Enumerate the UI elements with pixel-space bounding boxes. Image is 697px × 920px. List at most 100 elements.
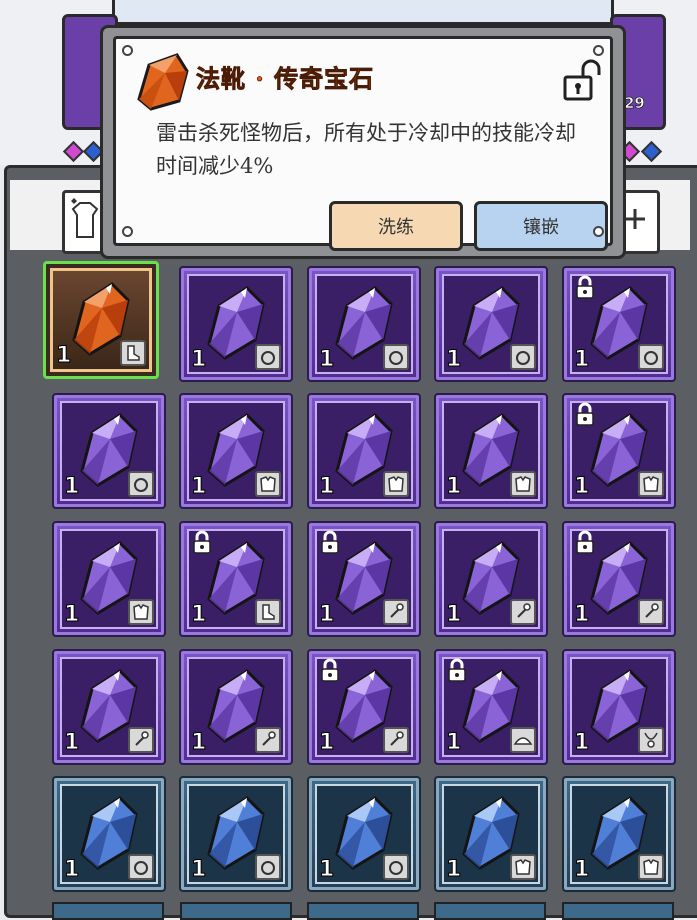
ring-icon <box>516 351 530 365</box>
armor-icon <box>515 859 531 875</box>
gem-count: 1 <box>445 602 462 628</box>
grid-cell-partial[interactable] <box>52 902 164 920</box>
lock-icon <box>321 658 339 682</box>
grid-cell-partial[interactable] <box>434 902 546 920</box>
gem-count: 1 <box>573 857 590 883</box>
slot-type-badge <box>128 471 154 497</box>
slot-type-badge <box>128 854 154 880</box>
grid-cell[interactable]: 1 <box>52 649 166 765</box>
gem-count: 1 <box>318 730 335 756</box>
necklace-icon <box>644 732 658 748</box>
grid-cell-selected[interactable]: 1 <box>43 261 159 379</box>
gem-count: 1 <box>573 347 590 373</box>
pin-decor <box>593 45 604 56</box>
lock-icon <box>321 530 339 554</box>
grid-cell[interactable]: 1 <box>307 649 421 765</box>
armor-icon <box>133 604 149 620</box>
grid-cell[interactable]: 1 <box>179 393 293 509</box>
ring-icon <box>644 351 658 365</box>
gem-tooltip: 法靴 · 传奇宝石 雷击杀死怪物后，所有处于冷却中的技能冷却时间减少4% 洗练 … <box>100 25 626 259</box>
shirt-icon <box>71 198 99 238</box>
grid-cell[interactable]: 1 <box>307 776 421 892</box>
grid-cell[interactable]: 1 <box>179 521 293 637</box>
gem-count: 1 <box>63 602 80 628</box>
slot-type-badge <box>383 727 409 753</box>
grid-cell[interactable]: 1 <box>434 521 548 637</box>
slot-type-badge <box>120 340 146 366</box>
gem-count: 1 <box>445 857 462 883</box>
gem-count: 1 <box>445 474 462 500</box>
slot-type-badge <box>638 471 664 497</box>
slot-type-badge <box>510 727 536 753</box>
slot-type-badge <box>510 854 536 880</box>
grid-cell[interactable]: 1 <box>562 776 676 892</box>
slot-type-badge <box>383 344 409 370</box>
gem-count: 1 <box>445 730 462 756</box>
tooltip-description: 雷击杀死怪物后，所有处于冷却中的技能冷却时间减少4% <box>156 121 576 178</box>
unlock-icon[interactable] <box>561 57 607 103</box>
ring-icon <box>389 351 403 365</box>
gem-count: 1 <box>190 347 207 373</box>
slot-type-badge <box>128 599 154 625</box>
gem-count: 1 <box>573 474 590 500</box>
grid-cell[interactable]: 1 <box>307 393 421 509</box>
staff-icon <box>517 603 531 618</box>
header-banner <box>112 0 614 25</box>
legendary-gem-icon <box>137 53 189 111</box>
ring-icon <box>134 478 148 492</box>
gem-count: 1 <box>190 474 207 500</box>
gem-count: 1 <box>190 602 207 628</box>
armor-icon <box>388 476 404 492</box>
grid-cell[interactable]: 1 <box>179 649 293 765</box>
slot-type-badge <box>638 727 664 753</box>
slot-type-badge <box>510 344 536 370</box>
slot-type-badge <box>638 599 664 625</box>
grid-cell[interactable]: 1 <box>52 521 166 637</box>
gem-count: 1 <box>573 602 590 628</box>
grid-cell[interactable]: 1 <box>179 266 293 382</box>
slot-type-badge <box>510 599 536 625</box>
gem-count: 1 <box>63 474 80 500</box>
slot-type-badge <box>255 727 281 753</box>
grid-cell-partial[interactable] <box>180 902 292 920</box>
ring-icon <box>389 861 403 875</box>
boots-icon <box>127 345 140 361</box>
lock-icon <box>448 658 466 682</box>
grid-cell[interactable]: 1 <box>562 521 676 637</box>
grid-cell[interactable]: 1 <box>562 266 676 382</box>
grid-cell-partial[interactable] <box>307 902 419 920</box>
pin-decor <box>122 45 133 56</box>
grid-cell[interactable]: 1 <box>434 649 548 765</box>
grid-cell[interactable]: 1 <box>434 776 548 892</box>
grid-cell[interactable]: 1 <box>52 393 166 509</box>
grid-cell[interactable]: 1 <box>179 776 293 892</box>
slot-type-badge <box>638 854 664 880</box>
slot-type-badge <box>255 599 281 625</box>
gem-count: 1 <box>63 857 80 883</box>
gem-count: 1 <box>573 730 590 756</box>
grid-cell-partial[interactable] <box>562 902 674 920</box>
grid-cell[interactable]: 1 <box>562 393 676 509</box>
gem-count: 1 <box>190 857 207 883</box>
armor-icon <box>643 476 659 492</box>
armor-icon <box>515 476 531 492</box>
tooltip-title: 法靴 · 传奇宝石 <box>196 64 375 94</box>
staff-icon <box>390 731 404 746</box>
hat-icon <box>513 737 533 745</box>
grid-cell[interactable]: 1 <box>52 776 166 892</box>
grid-cell[interactable]: 1 <box>434 393 548 509</box>
ring-icon <box>134 861 148 875</box>
grid-cell[interactable]: 1 <box>307 266 421 382</box>
lock-icon <box>576 402 594 426</box>
slot-type-badge <box>638 344 664 370</box>
grid-cell[interactable]: 1 <box>307 521 421 637</box>
inlay-button[interactable]: 镶嵌 <box>474 201 608 251</box>
staff-icon <box>645 603 659 618</box>
reforge-button[interactable]: 洗练 <box>329 201 463 251</box>
grid-cell[interactable]: 1 <box>434 266 548 382</box>
gem-count: 1 <box>445 347 462 373</box>
grid-cell[interactable]: 1 <box>562 649 676 765</box>
gem-count: 1 <box>318 857 335 883</box>
slot-type-badge <box>128 727 154 753</box>
staff-icon <box>390 603 404 618</box>
